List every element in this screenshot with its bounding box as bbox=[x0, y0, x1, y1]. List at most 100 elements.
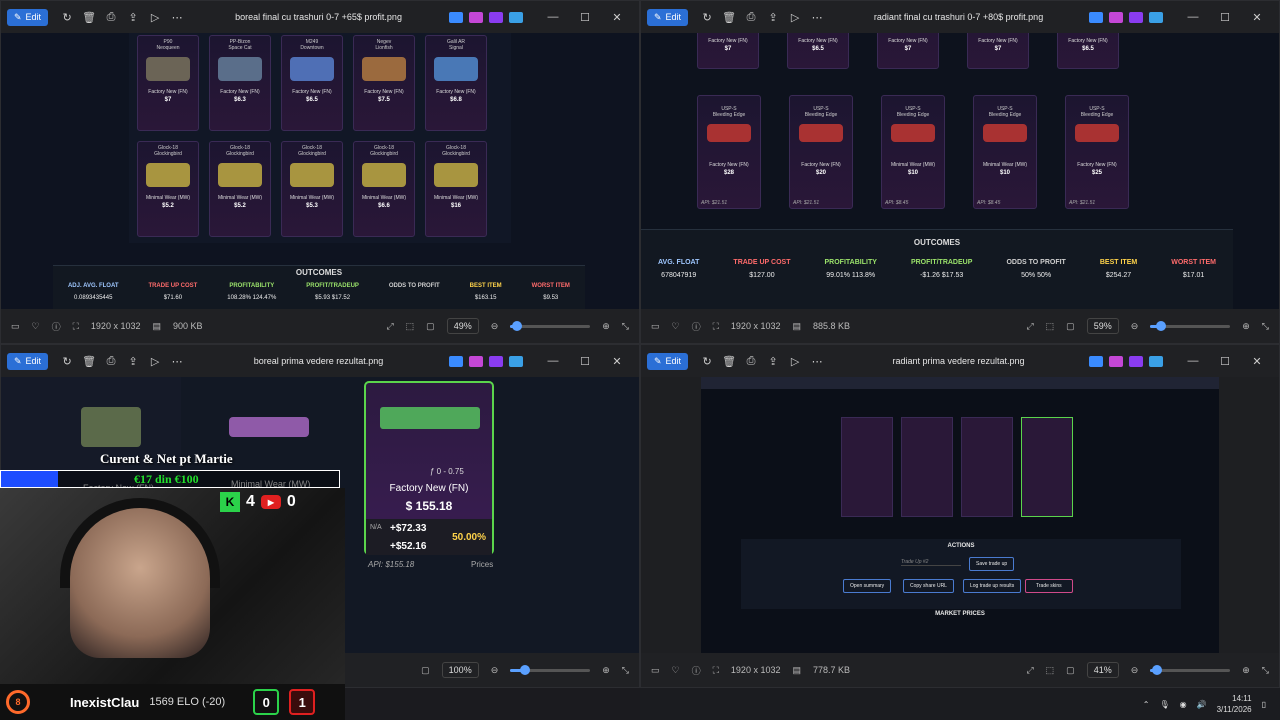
chevron-up-icon[interactable]: ⌃ bbox=[1143, 700, 1150, 709]
actual-size-icon[interactable]: ▢ bbox=[1066, 665, 1075, 676]
more-icon[interactable]: ⋯ bbox=[806, 355, 828, 368]
skin-card[interactable]: Factory New (FN) $7 bbox=[697, 33, 759, 69]
close-icon[interactable]: ✕ bbox=[1241, 11, 1273, 24]
skin-card[interactable]: USP-S Bleeding Edge Minimal Wear (MW) $10 A… bbox=[973, 95, 1037, 209]
app-icon-1[interactable] bbox=[449, 355, 463, 367]
more-icon[interactable]: ⋯ bbox=[806, 11, 828, 24]
close-icon[interactable]: ✕ bbox=[1241, 355, 1273, 368]
minimize-icon[interactable]: — bbox=[537, 11, 569, 23]
zoom-select[interactable]: 100% bbox=[441, 662, 479, 678]
crop-icon[interactable]: ⬚ bbox=[1046, 665, 1055, 676]
app-icon-4[interactable] bbox=[509, 11, 523, 23]
app-icon-3[interactable] bbox=[1129, 11, 1143, 23]
skin-card[interactable]: Negev Lionfish Factory New (FN) $7.5 bbox=[353, 35, 415, 131]
skin-card[interactable]: Factory New (FN) $7 bbox=[877, 33, 939, 69]
open-summary-button[interactable]: Open summary bbox=[843, 579, 892, 593]
slideshow-icon[interactable]: ▷ bbox=[144, 11, 166, 24]
filmstrip-icon[interactable]: ▭ bbox=[11, 321, 20, 332]
print-icon[interactable]: ⎙ bbox=[740, 355, 762, 368]
app-icon-4[interactable] bbox=[509, 355, 523, 367]
delete-icon[interactable]: 🗑 bbox=[718, 11, 740, 24]
maximize-icon[interactable]: ☐ bbox=[1209, 11, 1241, 24]
skin-card[interactable]: USP-S Bleeding Edge Factory New (FN) $20 AP… bbox=[789, 95, 853, 209]
slideshow-icon[interactable]: ▷ bbox=[784, 11, 806, 24]
edit-button[interactable]: ✎ Edit bbox=[647, 352, 689, 370]
crop-icon[interactable]: ⬚ bbox=[406, 321, 415, 332]
info-icon[interactable]: ⓘ bbox=[692, 664, 701, 677]
zoom-out-icon[interactable]: ⊖ bbox=[1131, 665, 1139, 676]
print-icon[interactable]: ⎙ bbox=[100, 11, 122, 24]
volume-icon[interactable]: 🔊 bbox=[1197, 700, 1207, 709]
skin-card[interactable]: PP-Bizon Space Cat Factory New (FN) $6.3 bbox=[209, 35, 271, 131]
heart-icon[interactable]: ♡ bbox=[672, 665, 680, 676]
maximize-icon[interactable]: ☐ bbox=[1209, 355, 1241, 368]
app-icon-1[interactable] bbox=[1089, 11, 1103, 23]
app-icon-4[interactable] bbox=[1149, 355, 1163, 367]
info-icon[interactable]: ⓘ bbox=[52, 320, 61, 333]
skin-card[interactable]: Factory New (FN) $7 bbox=[967, 33, 1029, 69]
skin-card[interactable]: Glock-18 Glockingbird Minimal Wear (MW) $5… bbox=[281, 141, 343, 237]
rotate-icon[interactable]: ↻ bbox=[696, 355, 718, 368]
maximize-icon[interactable]: ☐ bbox=[569, 355, 601, 368]
save-tradeup-button[interactable]: Save trade up bbox=[969, 557, 1015, 571]
fit-icon[interactable]: ⤢ bbox=[1026, 321, 1033, 332]
skin-card[interactable]: Glock-18 Glockingbird Minimal Wear (MW) $5… bbox=[209, 141, 271, 237]
skin-card[interactable]: Glock-18 Glockingbird Minimal Wear (MW) $5… bbox=[137, 141, 199, 237]
minimize-icon[interactable]: — bbox=[537, 355, 569, 367]
edit-button[interactable]: ✎ Edit bbox=[7, 352, 49, 370]
prices-link[interactable]: Prices bbox=[471, 560, 493, 569]
minimize-icon[interactable]: — bbox=[1177, 11, 1209, 23]
actual-size-icon[interactable]: ▢ bbox=[1066, 321, 1075, 332]
app-icon-2[interactable] bbox=[469, 11, 483, 23]
maximize-icon[interactable]: ☐ bbox=[569, 11, 601, 24]
actual-size-icon[interactable]: ▢ bbox=[426, 321, 435, 332]
more-icon[interactable]: ⋯ bbox=[166, 355, 188, 368]
app-icon-3[interactable] bbox=[489, 355, 503, 367]
tradeup-name-input[interactable]: Trade Up #2 bbox=[901, 559, 961, 566]
print-icon[interactable]: ⎙ bbox=[740, 11, 762, 24]
edit-button[interactable]: ✎ Edit bbox=[7, 8, 49, 26]
skin-card[interactable]: Galil AR Signal Factory New (FN) $6.8 bbox=[425, 35, 487, 131]
zoom-in-icon[interactable]: ⊕ bbox=[1242, 321, 1250, 332]
microphone-icon[interactable]: 🎙 bbox=[1159, 700, 1169, 709]
filmstrip-icon[interactable]: ▭ bbox=[651, 321, 660, 332]
minimize-icon[interactable]: — bbox=[1177, 355, 1209, 367]
more-icon[interactable]: ⋯ bbox=[166, 11, 188, 24]
zoom-select[interactable]: 59% bbox=[1086, 318, 1119, 334]
highlighted-skin-card[interactable]: ƒ 0 - 0.75 Factory New (FN) $ 155.18 N/A… bbox=[364, 381, 494, 555]
fullscreen-icon[interactable]: ⤡ bbox=[1262, 665, 1269, 676]
zoom-slider-knob[interactable] bbox=[520, 664, 531, 675]
zoom-slider-knob[interactable] bbox=[1152, 664, 1163, 675]
skin-card[interactable]: USP-S Bleeding Edge Minimal Wear (MW) $10 A… bbox=[881, 95, 945, 209]
actual-size-icon[interactable]: ▢ bbox=[421, 665, 430, 676]
skin-card[interactable]: Factory New (FN) $6.5 bbox=[1057, 33, 1119, 69]
zoom-slider[interactable] bbox=[510, 664, 591, 675]
zoom-select[interactable]: 41% bbox=[1086, 662, 1119, 678]
zoom-out-icon[interactable]: ⊖ bbox=[491, 665, 499, 676]
app-icon-2[interactable] bbox=[1109, 355, 1123, 367]
network-icon[interactable]: ◉ bbox=[1180, 700, 1187, 709]
skin-card[interactable]: M249 Downtown Factory New (FN) $6.5 bbox=[281, 35, 343, 131]
delete-icon[interactable]: 🗑 bbox=[718, 355, 740, 368]
fit-icon[interactable]: ⤢ bbox=[386, 321, 393, 332]
skin-card[interactable]: Factory New (FN) $6.5 bbox=[787, 33, 849, 69]
share-icon[interactable]: ⇪ bbox=[762, 11, 784, 24]
zoom-out-icon[interactable]: ⊖ bbox=[1131, 321, 1139, 332]
copy-share-url-button[interactable]: Copy share URL bbox=[903, 579, 954, 593]
app-icon-2[interactable] bbox=[1109, 11, 1123, 23]
skin-card[interactable]: Glock-18 Glockingbird Minimal Wear (MW) $1… bbox=[425, 141, 487, 237]
close-icon[interactable]: ✕ bbox=[601, 11, 633, 24]
zoom-slider-knob[interactable] bbox=[1156, 320, 1167, 331]
result-card[interactable] bbox=[901, 417, 953, 517]
close-icon[interactable]: ✕ bbox=[601, 355, 633, 368]
crop-icon[interactable]: ⬚ bbox=[1046, 321, 1055, 332]
print-icon[interactable]: ⎙ bbox=[100, 355, 122, 368]
app-icon-3[interactable] bbox=[489, 11, 503, 23]
notification-icon[interactable]: ▯ bbox=[1262, 700, 1266, 709]
zoom-in-icon[interactable]: ⊕ bbox=[602, 665, 610, 676]
heart-icon[interactable]: ♡ bbox=[672, 321, 680, 332]
delete-icon[interactable]: 🗑 bbox=[78, 11, 100, 24]
fullscreen-icon[interactable]: ⤡ bbox=[622, 665, 629, 676]
edit-button[interactable]: ✎ Edit bbox=[647, 8, 689, 26]
rotate-icon[interactable]: ↻ bbox=[56, 11, 78, 24]
